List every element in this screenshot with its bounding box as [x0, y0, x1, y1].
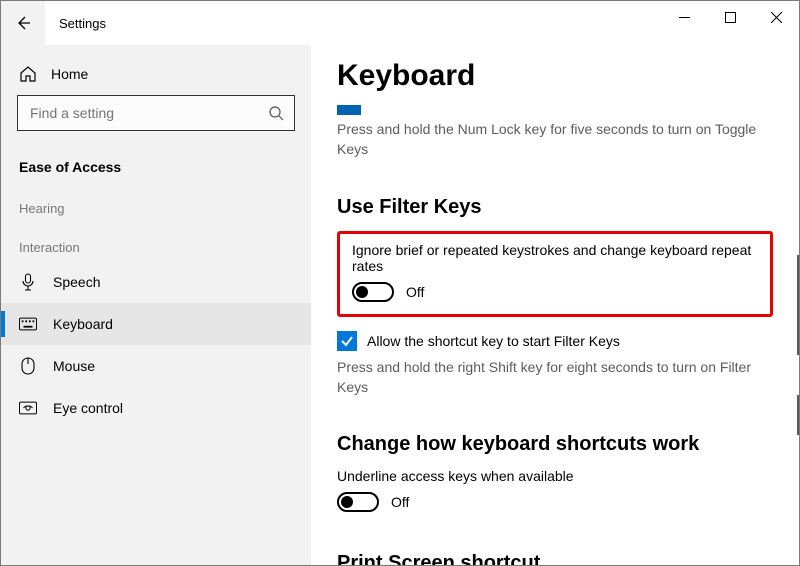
search-input[interactable]: [28, 104, 268, 122]
mouse-icon: [19, 357, 37, 375]
minimize-button[interactable]: [661, 1, 707, 33]
group-interaction: Interaction: [1, 222, 311, 261]
group-hearing: Hearing: [1, 183, 311, 222]
home-icon: [19, 65, 37, 83]
minimize-icon: [679, 12, 690, 23]
printscreen-heading: Print Screen shortcut: [337, 552, 773, 565]
section-scroll-indicator[interactable]: [797, 255, 799, 355]
maximize-button[interactable]: [707, 1, 753, 33]
filterkeys-highlight: Ignore brief or repeated keystrokes and …: [337, 231, 773, 317]
underline-desc: Underline access keys when available: [337, 468, 773, 484]
arrow-left-icon: [15, 15, 31, 31]
shortcuts-heading: Change how keyboard shortcuts work: [337, 433, 773, 456]
underline-toggle-label: Off: [391, 494, 409, 510]
keyboard-icon: [19, 315, 37, 333]
microphone-icon: [19, 273, 37, 291]
sidebar-item-keyboard[interactable]: Keyboard: [1, 303, 311, 345]
section-scroll-indicator[interactable]: [797, 395, 799, 435]
back-button[interactable]: [1, 1, 45, 45]
eye-control-icon: [19, 399, 37, 417]
filterkeys-toggle[interactable]: [352, 282, 394, 302]
home-label: Home: [51, 66, 88, 82]
search-box[interactable]: [17, 95, 295, 131]
filterkeys-toggle-label: Off: [406, 284, 424, 300]
close-button[interactable]: [753, 1, 799, 33]
category-header: Ease of Access: [1, 151, 311, 183]
page-title: Keyboard: [337, 59, 773, 93]
sidebar-item-label: Eye control: [53, 400, 123, 416]
maximize-icon: [725, 12, 736, 23]
sidebar-item-label: Speech: [53, 274, 100, 290]
sidebar-item-eye-control[interactable]: Eye control: [1, 387, 311, 429]
partial-toggle-fragment: [337, 105, 361, 115]
underline-toggle[interactable]: [337, 492, 379, 512]
sidebar-item-label: Mouse: [53, 358, 95, 374]
checkmark-icon: [340, 334, 354, 348]
sidebar-item-speech[interactable]: Speech: [1, 261, 311, 303]
filterkeys-desc: Ignore brief or repeated keystrokes and …: [352, 242, 758, 274]
close-icon: [771, 12, 782, 23]
togglekeys-hint: Press and hold the Num Lock key for five…: [337, 119, 757, 160]
content-pane: Keyboard Press and hold the Num Lock key…: [311, 45, 799, 565]
sidebar: Home Ease of Access Hearing Interaction …: [1, 45, 311, 565]
search-icon: [268, 105, 284, 121]
filterkeys-heading: Use Filter Keys: [337, 196, 773, 219]
sidebar-item-mouse[interactable]: Mouse: [1, 345, 311, 387]
sidebar-item-label: Keyboard: [53, 316, 113, 332]
allow-shortcut-checkbox[interactable]: [337, 331, 357, 351]
filterkeys-shortcut-hint: Press and hold the right Shift key for e…: [337, 357, 773, 398]
home-nav[interactable]: Home: [1, 57, 311, 95]
window-title: Settings: [45, 16, 106, 31]
allow-shortcut-label: Allow the shortcut key to start Filter K…: [367, 333, 620, 349]
